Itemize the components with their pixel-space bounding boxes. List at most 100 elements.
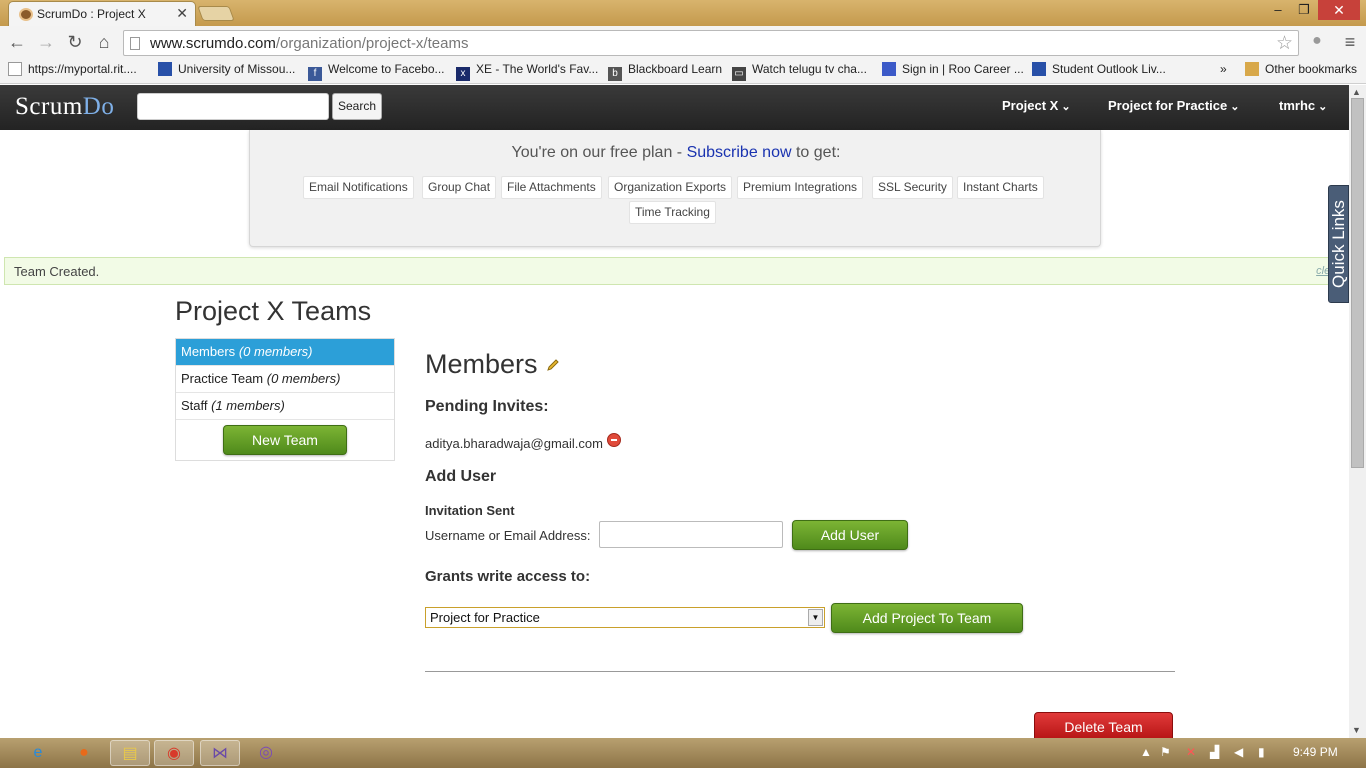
add-user-button[interactable]: Add User: [792, 520, 908, 550]
page-icon: [8, 62, 22, 76]
window-close-button[interactable]: ✕: [1318, 0, 1360, 20]
signal-icon[interactable]: ▟: [1210, 745, 1219, 759]
success-notice: Team Created. clear: [4, 257, 1349, 285]
team-item-practice-team[interactable]: Practice Team (0 members): [176, 366, 394, 393]
visual-studio-icon[interactable]: ⋈: [200, 740, 240, 766]
url-host: www.scrumdo.com: [150, 35, 276, 52]
invitation-status: Invitation Sent: [425, 503, 515, 518]
roo-icon: [882, 62, 896, 76]
edit-pencil-icon[interactable]: [546, 358, 560, 372]
project-select[interactable]: Project for Practice ▼: [425, 607, 825, 628]
explorer-icon[interactable]: ▤: [110, 740, 150, 766]
bookmark-item[interactable]: Sign in | Roo Career ...: [882, 62, 1024, 76]
team-item-members[interactable]: Members (0 members): [176, 339, 394, 366]
add-user-heading: Add User: [425, 468, 497, 485]
chevron-down-icon: ▼: [808, 609, 823, 626]
page-title: Project X Teams: [175, 296, 372, 326]
plan-message: You're on our free plan - Subscribe now …: [511, 144, 841, 161]
add-project-to-team-button[interactable]: Add Project To Team: [831, 603, 1023, 633]
tab-title: ScrumDo : Project X: [37, 7, 146, 21]
back-icon[interactable]: ←: [6, 32, 28, 53]
tab-close-icon[interactable]: ✕: [176, 5, 188, 22]
team-item-staff[interactable]: Staff (1 members): [176, 393, 394, 420]
network-off-icon[interactable]: ✕: [1186, 745, 1196, 759]
other-bookmarks[interactable]: Other bookmarks: [1245, 62, 1357, 76]
bookmark-item[interactable]: Student Outlook Liv...: [1032, 62, 1166, 76]
volume-icon[interactable]: ◀: [1234, 745, 1243, 759]
menu-project-for-practice[interactable]: Project for Practice: [1108, 98, 1240, 113]
viber-icon[interactable]: ◎: [246, 740, 286, 766]
feature-badge: SSL Security: [872, 176, 953, 199]
team-title: Members: [425, 349, 538, 379]
address-bar[interactable]: www.scrumdo.com/organization/project-x/t…: [123, 30, 1299, 56]
page-scrollbar[interactable]: ▲ ▼: [1349, 85, 1366, 738]
flag-icon: [158, 62, 172, 76]
forward-icon[interactable]: →: [35, 32, 57, 53]
ie-icon[interactable]: e: [18, 740, 58, 766]
feature-badge: Instant Charts: [957, 176, 1044, 199]
windows-taskbar: e ● ▤ ◉ ⋈ ◎ ▲ ⚑ ✕ ▟ ◀ ▮ 9:49 PM: [0, 738, 1366, 768]
bookmark-star-icon[interactable]: ☆: [1276, 32, 1293, 55]
subscribe-link[interactable]: Subscribe now: [687, 144, 792, 161]
action-center-flag-icon[interactable]: ⚑: [1160, 745, 1171, 759]
pending-invites-heading: Pending Invites:: [425, 398, 549, 415]
extension-icon[interactable]: ●: [1306, 32, 1328, 50]
team-list: Members (0 members) Practice Team (0 mem…: [175, 338, 395, 461]
reload-icon[interactable]: ↻: [64, 32, 86, 53]
browser-title-bar: ScrumDo : Project X ✕ – ❐ ✕: [0, 0, 1366, 26]
username-label: Username or Email Address:: [425, 528, 591, 543]
bookmark-item[interactable]: f Welcome to Facebo...: [308, 62, 445, 81]
scroll-down-icon[interactable]: ▼: [1352, 725, 1361, 735]
firefox-icon[interactable]: ●: [64, 740, 104, 766]
flag-icon: [1032, 62, 1046, 76]
bookmark-item[interactable]: b Blackboard Learn: [608, 62, 722, 81]
blackboard-icon: b: [608, 67, 622, 81]
new-tab-button[interactable]: [197, 6, 235, 21]
bookmark-item[interactable]: ▭ Watch telugu tv cha...: [732, 62, 867, 81]
minimize-button[interactable]: –: [1266, 2, 1290, 17]
browser-toolbar: ← → ↻ ⌂ www.scrumdo.com/organization/pro…: [0, 26, 1366, 59]
menu-icon[interactable]: ≡: [1339, 32, 1361, 53]
header-search-input[interactable]: [137, 93, 329, 120]
facebook-icon: f: [308, 67, 322, 81]
bookmarks-overflow[interactable]: »: [1220, 62, 1227, 76]
feature-badge: Email Notifications: [303, 176, 414, 199]
feature-badge: Time Tracking: [629, 201, 716, 224]
xe-icon: x: [456, 67, 470, 81]
bookmark-item[interactable]: x XE - The World's Fav...: [456, 62, 598, 81]
notice-text: Team Created.: [14, 264, 100, 279]
scroll-up-icon[interactable]: ▲: [1352, 87, 1361, 97]
grants-heading: Grants write access to:: [425, 568, 591, 585]
delete-team-button[interactable]: Delete Team: [1034, 712, 1173, 738]
username-input[interactable]: [599, 521, 783, 548]
battery-icon[interactable]: ▮: [1258, 745, 1265, 759]
scrumdo-favicon-icon: [19, 8, 33, 21]
page-viewport: ScrumDo Search Project X Project for Pra…: [0, 85, 1349, 738]
system-clock[interactable]: 9:49 PM: [1293, 745, 1338, 759]
site-header: ScrumDo Search Project X Project for Pra…: [0, 85, 1349, 130]
remove-invite-icon[interactable]: [607, 433, 621, 447]
divider: [425, 671, 1175, 672]
feature-badge: Premium Integrations: [737, 176, 864, 199]
bookmark-item[interactable]: University of Missou...: [158, 62, 295, 76]
menu-project-x[interactable]: Project X: [1002, 98, 1071, 113]
quick-links-tab[interactable]: Quick Links: [1328, 185, 1349, 303]
header-search-button[interactable]: Search: [332, 93, 382, 120]
chrome-icon[interactable]: ◉: [154, 740, 194, 766]
page-icon: [130, 37, 140, 50]
tray-expand-icon[interactable]: ▲: [1140, 745, 1152, 759]
restore-button[interactable]: ❐: [1292, 2, 1316, 18]
scrollbar-thumb[interactable]: [1351, 98, 1364, 468]
browser-tab[interactable]: ScrumDo : Project X ✕: [8, 1, 196, 26]
feature-badge: Organization Exports: [608, 176, 733, 199]
menu-user[interactable]: tmrhc: [1279, 98, 1327, 113]
tv-icon: ▭: [732, 67, 746, 81]
url-path: /organization/project-x/teams: [275, 35, 469, 52]
feature-badge: Group Chat: [422, 176, 497, 199]
home-icon[interactable]: ⌂: [93, 32, 115, 53]
bookmark-item[interactable]: https://myportal.rit....: [8, 62, 137, 76]
pending-invite-email: aditya.bharadwaja@gmail.com: [425, 436, 603, 451]
new-team-button[interactable]: New Team: [223, 425, 347, 455]
scrumdo-logo[interactable]: ScrumDo: [15, 93, 114, 121]
url-text: www.scrumdo.com/organization/project-x/t…: [150, 35, 468, 52]
